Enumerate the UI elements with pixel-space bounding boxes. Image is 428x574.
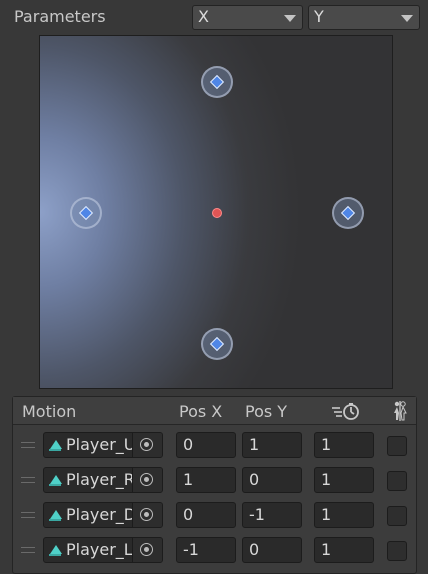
- chevron-down-icon: [284, 15, 296, 22]
- motion-clip-field[interactable]: Player_Down: [43, 502, 163, 528]
- motion-list-header: Motion Pos X Pos Y: [13, 397, 416, 425]
- motion-clip-name: Player_Down: [66, 505, 134, 524]
- pos-x-field[interactable]: 0: [176, 432, 236, 458]
- header-pos-y: Pos Y: [245, 402, 288, 421]
- blend-node-right[interactable]: [332, 197, 364, 229]
- object-picker-icon[interactable]: [132, 433, 162, 457]
- pos-x-field[interactable]: 0: [176, 502, 236, 528]
- param-y-value: Y: [314, 7, 324, 26]
- motion-row: Player_Up 0 1 1: [13, 429, 416, 463]
- motion-row: Player_Right 1 0 1: [13, 464, 416, 498]
- header-pos-x: Pos X: [179, 402, 223, 421]
- pos-x-field[interactable]: 1: [176, 467, 236, 493]
- motion-clip-name: Player_Left: [66, 540, 134, 559]
- object-picker-icon[interactable]: [132, 503, 162, 527]
- param-x-value: X: [198, 7, 209, 26]
- motion-clip-name: Player_Right: [66, 470, 134, 489]
- blend-graph[interactable]: [39, 35, 393, 389]
- parameters-label: Parameters: [14, 7, 106, 26]
- object-picker-icon[interactable]: [132, 468, 162, 492]
- pos-y-field[interactable]: -1: [242, 502, 302, 528]
- current-position-dot[interactable]: [212, 208, 222, 218]
- parameters-row: Parameters X Y: [0, 0, 428, 36]
- pos-y-field[interactable]: 0: [242, 467, 302, 493]
- mirror-icon: [389, 400, 411, 422]
- mirror-checkbox[interactable]: [387, 541, 407, 561]
- blend-node-left[interactable]: [70, 197, 102, 229]
- diamond-icon: [209, 74, 225, 90]
- speed-field[interactable]: 1: [314, 467, 374, 493]
- motion-row: Player_Down 0 -1 1: [13, 499, 416, 533]
- speed-icon: [331, 402, 363, 422]
- motion-row: Player_Left -1 0 1: [13, 534, 416, 568]
- speed-field[interactable]: 1: [314, 432, 374, 458]
- mirror-checkbox[interactable]: [387, 471, 407, 491]
- motion-clip-name: Player_Up: [66, 435, 134, 454]
- mirror-checkbox[interactable]: [387, 436, 407, 456]
- diamond-icon: [78, 205, 94, 221]
- object-picker-icon[interactable]: [132, 538, 162, 562]
- speed-field[interactable]: 1: [314, 502, 374, 528]
- pos-y-field[interactable]: 1: [242, 432, 302, 458]
- motion-clip-field[interactable]: Player_Left: [43, 537, 163, 563]
- pos-y-field[interactable]: 0: [242, 537, 302, 563]
- chevron-down-icon: [401, 15, 413, 22]
- mirror-checkbox[interactable]: [387, 506, 407, 526]
- motion-clip-field[interactable]: Player_Right: [43, 467, 163, 493]
- diamond-icon: [340, 205, 356, 221]
- blend-node-bottom[interactable]: [201, 328, 233, 360]
- diamond-icon: [209, 336, 225, 352]
- drag-handle-icon[interactable]: [21, 442, 35, 448]
- param-x-dropdown[interactable]: X: [192, 5, 303, 30]
- drag-handle-icon[interactable]: [21, 547, 35, 553]
- drag-handle-icon[interactable]: [21, 477, 35, 483]
- pos-x-field[interactable]: -1: [176, 537, 236, 563]
- motion-clip-field[interactable]: Player_Up: [43, 432, 163, 458]
- param-y-dropdown[interactable]: Y: [308, 5, 420, 30]
- blend-node-top[interactable]: [201, 66, 233, 98]
- motion-list: Motion Pos X Pos Y Player_ 0 1 1 Player_…: [12, 396, 417, 574]
- header-motion: Motion: [22, 402, 77, 421]
- drag-handle-icon[interactable]: [21, 512, 35, 518]
- speed-field[interactable]: 1: [314, 537, 374, 563]
